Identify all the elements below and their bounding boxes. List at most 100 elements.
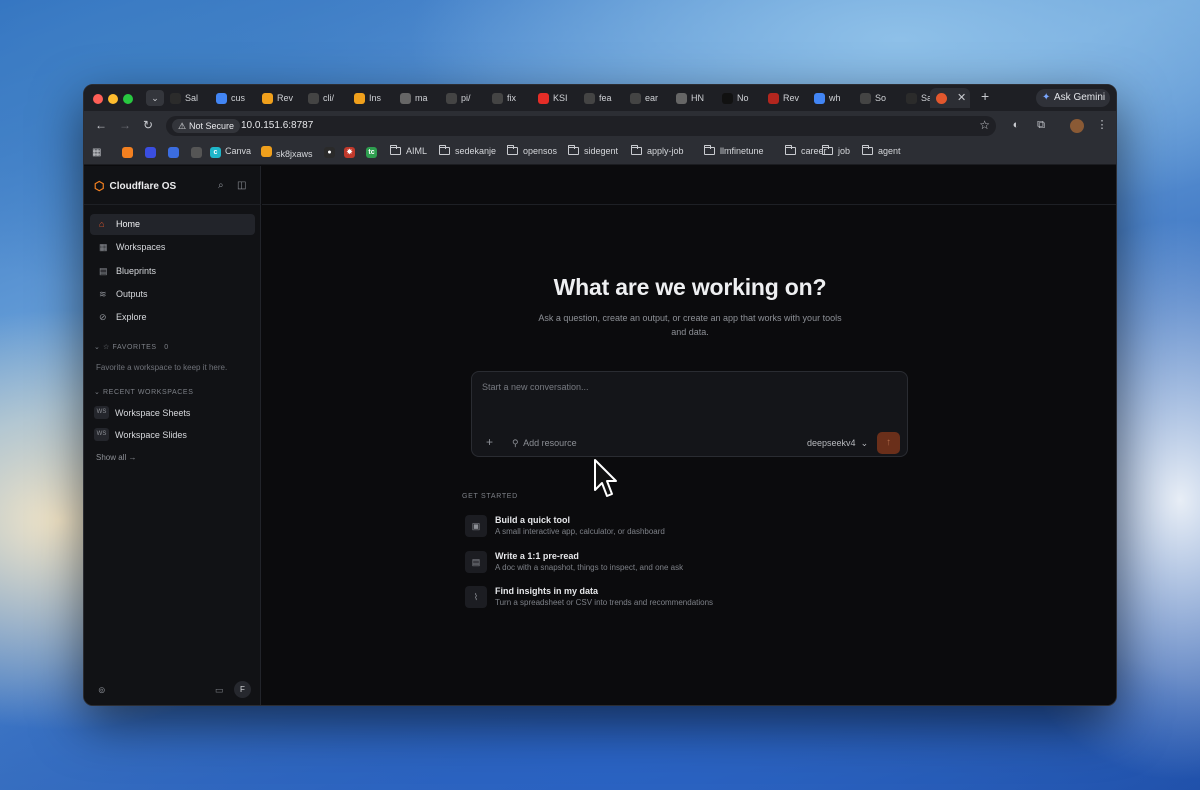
bookmark-folder[interactable]: job — [822, 145, 851, 156]
back-button[interactable]: ← — [95, 118, 107, 132]
sidebar-item-home[interactable]: ⌂ Home — [90, 214, 255, 235]
avatar[interactable] — [1070, 119, 1084, 133]
get-started-item[interactable]: ▤ Write a 1:1 pre-read A doc with a snapsh… — [462, 550, 782, 576]
get-started-title: Build a quick tool — [495, 515, 571, 525]
recent-workspace-item[interactable]: WS Workspace Slides — [94, 427, 187, 443]
sidebar-item-blueprints[interactable]: ▤ Blueprints — [90, 261, 255, 282]
get-started-item[interactable]: ▣ Build a quick tool A small interactive a… — [462, 514, 782, 540]
tab[interactable]: pi/ — [446, 89, 477, 107]
bookmark-folder[interactable]: AIML — [390, 145, 427, 156]
tab[interactable]: Rev — [768, 89, 799, 107]
get-started-desc: Turn a spreadsheet or CSV into trends an… — [495, 598, 714, 607]
reload-button[interactable]: ↻ — [143, 118, 153, 132]
user-avatar[interactable]: F — [234, 681, 251, 698]
tab-search-button[interactable]: ⌄ — [146, 90, 164, 106]
sidebar-toggle-icon[interactable]: ◫ — [237, 180, 246, 191]
show-all-link[interactable]: Show all → — [96, 453, 136, 462]
close-icon[interactable]: ✕ — [957, 91, 966, 104]
tab[interactable]: fea — [584, 89, 615, 107]
brand[interactable]: ⬡ Cloudflare OS — [94, 179, 176, 193]
maximize-window-button[interactable] — [123, 94, 133, 104]
tab-active[interactable]: ✕ — [930, 88, 970, 108]
app: ⬡ Cloudflare OS ⌕ ◫ ⌂ Home ▦ Workspaces ▤ Blue… — [84, 166, 1116, 705]
conversation-input[interactable]: Start a new conversation... — [482, 382, 882, 392]
bookmark-folder[interactable]: agent — [862, 145, 901, 156]
tab[interactable]: So — [860, 89, 891, 107]
close-window-button[interactable] — [93, 94, 103, 104]
bookmark-folder[interactable]: apply-job — [631, 145, 684, 156]
circle-icon[interactable] — [191, 147, 202, 158]
apps-icon[interactable]: ▦ — [92, 147, 101, 158]
tab[interactable]: cli/ — [308, 89, 339, 107]
bookmark-folder-label: apply-job — [647, 146, 684, 156]
get-started-item[interactable]: ⌇ Find insights in my data Turn a spreadsh… — [462, 585, 782, 611]
bookmark-spark-icon[interactable]: ✸ — [344, 147, 355, 158]
tab-label: fix — [507, 93, 516, 103]
tt-icon — [170, 92, 181, 104]
sidebar-item-explore[interactable]: ⊘ Explore — [90, 307, 255, 328]
tab[interactable]: cus — [216, 89, 247, 107]
address-bar[interactable]: ⚠ Not Secure 10.0.151.6:8787 ☆ — [166, 116, 996, 136]
bookmark-canva[interactable]: c Canva — [210, 146, 251, 158]
plus-icon[interactable]: + — [486, 435, 493, 449]
bookmark-tc-icon[interactable]: tc — [366, 147, 377, 158]
bookmark-folder[interactable]: sidegent — [568, 145, 618, 156]
tab[interactable]: fix — [492, 89, 523, 107]
main-divider — [262, 204, 1116, 205]
tab[interactable]: Rev — [262, 89, 293, 107]
add-resource-button[interactable]: ⚲ Add resource — [512, 438, 577, 449]
mouse-cursor-icon — [594, 459, 617, 497]
bookmark-folder[interactable]: career — [785, 145, 827, 156]
sidebar-item-label: Home — [116, 219, 141, 229]
k-icon[interactable] — [145, 147, 156, 158]
menu-icon[interactable]: ⋮ — [1095, 118, 1109, 132]
bookmark-folder[interactable]: sedekanje — [439, 145, 496, 156]
recent-workspace-item[interactable]: WS Workspace Sheets — [94, 405, 190, 421]
cloud-icon[interactable] — [122, 147, 133, 158]
tab-label: cus — [231, 93, 246, 103]
tab[interactable]: ear — [630, 89, 661, 107]
extension-icon[interactable]: ◐ — [1009, 118, 1023, 132]
bookmark-star-icon[interactable]: ☆ — [979, 118, 990, 132]
bookmark-folder[interactable]: llmfinetune — [704, 145, 764, 156]
bookmark-label: sk8jxaws — [276, 149, 313, 159]
send-button[interactable]: ↑ — [877, 432, 900, 454]
tab[interactable]: No — [722, 89, 753, 107]
warning-icon: ⚠ — [178, 121, 187, 131]
url-text[interactable]: 10.0.151.6:8787 — [241, 120, 313, 131]
bookmark-folder[interactable]: opensos — [507, 145, 557, 156]
sidebar-item-label: Explore — [116, 312, 147, 323]
ask-gemini-button[interactable]: ✦ Ask Gemini — [1036, 89, 1110, 107]
bookmark-folder-label: job — [838, 146, 851, 156]
tab[interactable]: HN — [676, 89, 707, 107]
minimize-window-button[interactable] — [108, 94, 118, 104]
chevron-down-icon: ⌄ — [860, 438, 869, 448]
model-select[interactable]: deepseekv4 ⌄ — [807, 438, 868, 449]
new-tab-button[interactable]: + — [981, 88, 989, 104]
bookmark-sk8jxaws[interactable]: sk8jxaws — [261, 146, 313, 159]
shield-icon[interactable] — [168, 147, 179, 158]
tab[interactable]: ma — [400, 89, 431, 107]
favorites-section[interactable]: ⌄ ☆ FAVORITES 0 — [94, 343, 169, 351]
tab[interactable]: Sal — [170, 89, 201, 107]
not-secure-badge[interactable]: ⚠ Not Secure — [172, 119, 241, 133]
favorites-count: 0 — [164, 344, 169, 351]
help-icon[interactable]: ⊚ — [98, 685, 106, 696]
monitor-icon[interactable]: ▭ — [215, 685, 224, 696]
forward-button[interactable]: → — [119, 118, 131, 132]
sidebar-item-outputs[interactable]: ≋ Outputs — [90, 284, 255, 305]
sidebar-item-workspaces[interactable]: ▦ Workspaces — [90, 237, 255, 258]
tab[interactable]: Ins — [354, 89, 385, 107]
workspace-label: Workspace Slides — [115, 430, 187, 440]
tab-list: Sal cus Rev cli/Ins ma pi/fix KSI fea ear HN No Rev… — [170, 89, 952, 107]
youtube-icon — [538, 92, 549, 104]
puzzle-icon[interactable]: ⧉ — [1034, 118, 1048, 132]
ask-gemini-label: Ask Gemini — [1054, 92, 1106, 103]
tab[interactable]: wh — [814, 89, 845, 107]
recent-workspaces-section[interactable]: ⌄ RECENT WORKSPACES — [94, 388, 193, 396]
tab[interactable]: KSI — [538, 89, 569, 107]
compass-icon: ⊘ — [99, 312, 107, 323]
globe-icon — [400, 92, 411, 104]
search-icon[interactable]: ⌕ — [218, 180, 224, 191]
bookmark-dot-icon[interactable]: ● — [324, 147, 335, 158]
